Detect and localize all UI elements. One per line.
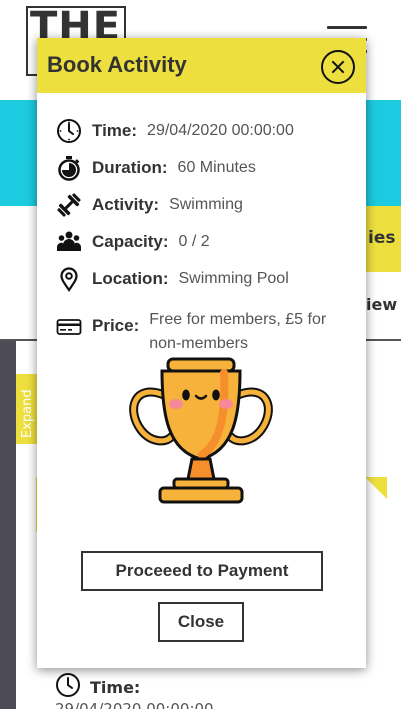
stopwatch-icon	[56, 155, 82, 181]
close-button[interactable]: Close	[158, 602, 244, 642]
location-pin-icon	[56, 266, 82, 292]
clock-icon	[55, 672, 81, 702]
detail-price: Price: Free for members, £5 for non-memb…	[56, 311, 329, 356]
close-icon[interactable]	[321, 50, 355, 84]
location-label: Location:	[92, 269, 169, 288]
duration-label: Duration:	[92, 158, 168, 177]
modal-title: Book Activity	[47, 52, 187, 77]
bg-time-value: 29/04/2020 00:00:00	[55, 700, 214, 709]
bg-time-row: Time:	[55, 672, 140, 702]
book-activity-modal: Book Activity Time: 29/04/2020 00:00:00 …	[37, 38, 366, 668]
trophy-icon	[126, 355, 276, 507]
price-value: Free for members, £5 for non-members	[149, 311, 327, 352]
view-link[interactable]: iew	[366, 295, 397, 314]
people-icon	[56, 229, 82, 255]
time-label: Time:	[92, 121, 138, 140]
clock-icon	[56, 118, 82, 144]
activity-value: Swimming	[169, 196, 243, 213]
modal-header: Book Activity	[37, 38, 366, 93]
time-value: 29/04/2020 00:00:00	[147, 122, 294, 139]
card-corner-decoration	[365, 477, 387, 499]
price-label: Price:	[92, 316, 140, 335]
sidebar-strip	[0, 341, 16, 709]
activities-tab-label: ies	[368, 228, 396, 248]
duration-value: 60 Minutes	[177, 159, 256, 176]
detail-capacity: Capacity: 0 / 2	[56, 229, 210, 255]
proceed-to-payment-button[interactable]: Proceeed to Payment	[81, 551, 323, 591]
location-value: Swimming Pool	[178, 270, 289, 287]
bg-time-label: Time:	[90, 677, 141, 697]
detail-activity: Activity: Swimming	[56, 192, 243, 218]
detail-location: Location: Swimming Pool	[56, 266, 289, 292]
capacity-value: 0 / 2	[178, 233, 210, 250]
detail-time: Time: 29/04/2020 00:00:00	[56, 118, 294, 144]
capacity-label: Capacity:	[92, 232, 169, 251]
expand-button[interactable]: Expand	[16, 374, 38, 444]
detail-duration: Duration: 60 Minutes	[56, 155, 256, 181]
dumbbell-icon	[56, 192, 82, 218]
activity-label: Activity:	[92, 195, 160, 214]
credit-card-icon	[56, 314, 82, 340]
expand-label: Expand	[20, 389, 35, 438]
